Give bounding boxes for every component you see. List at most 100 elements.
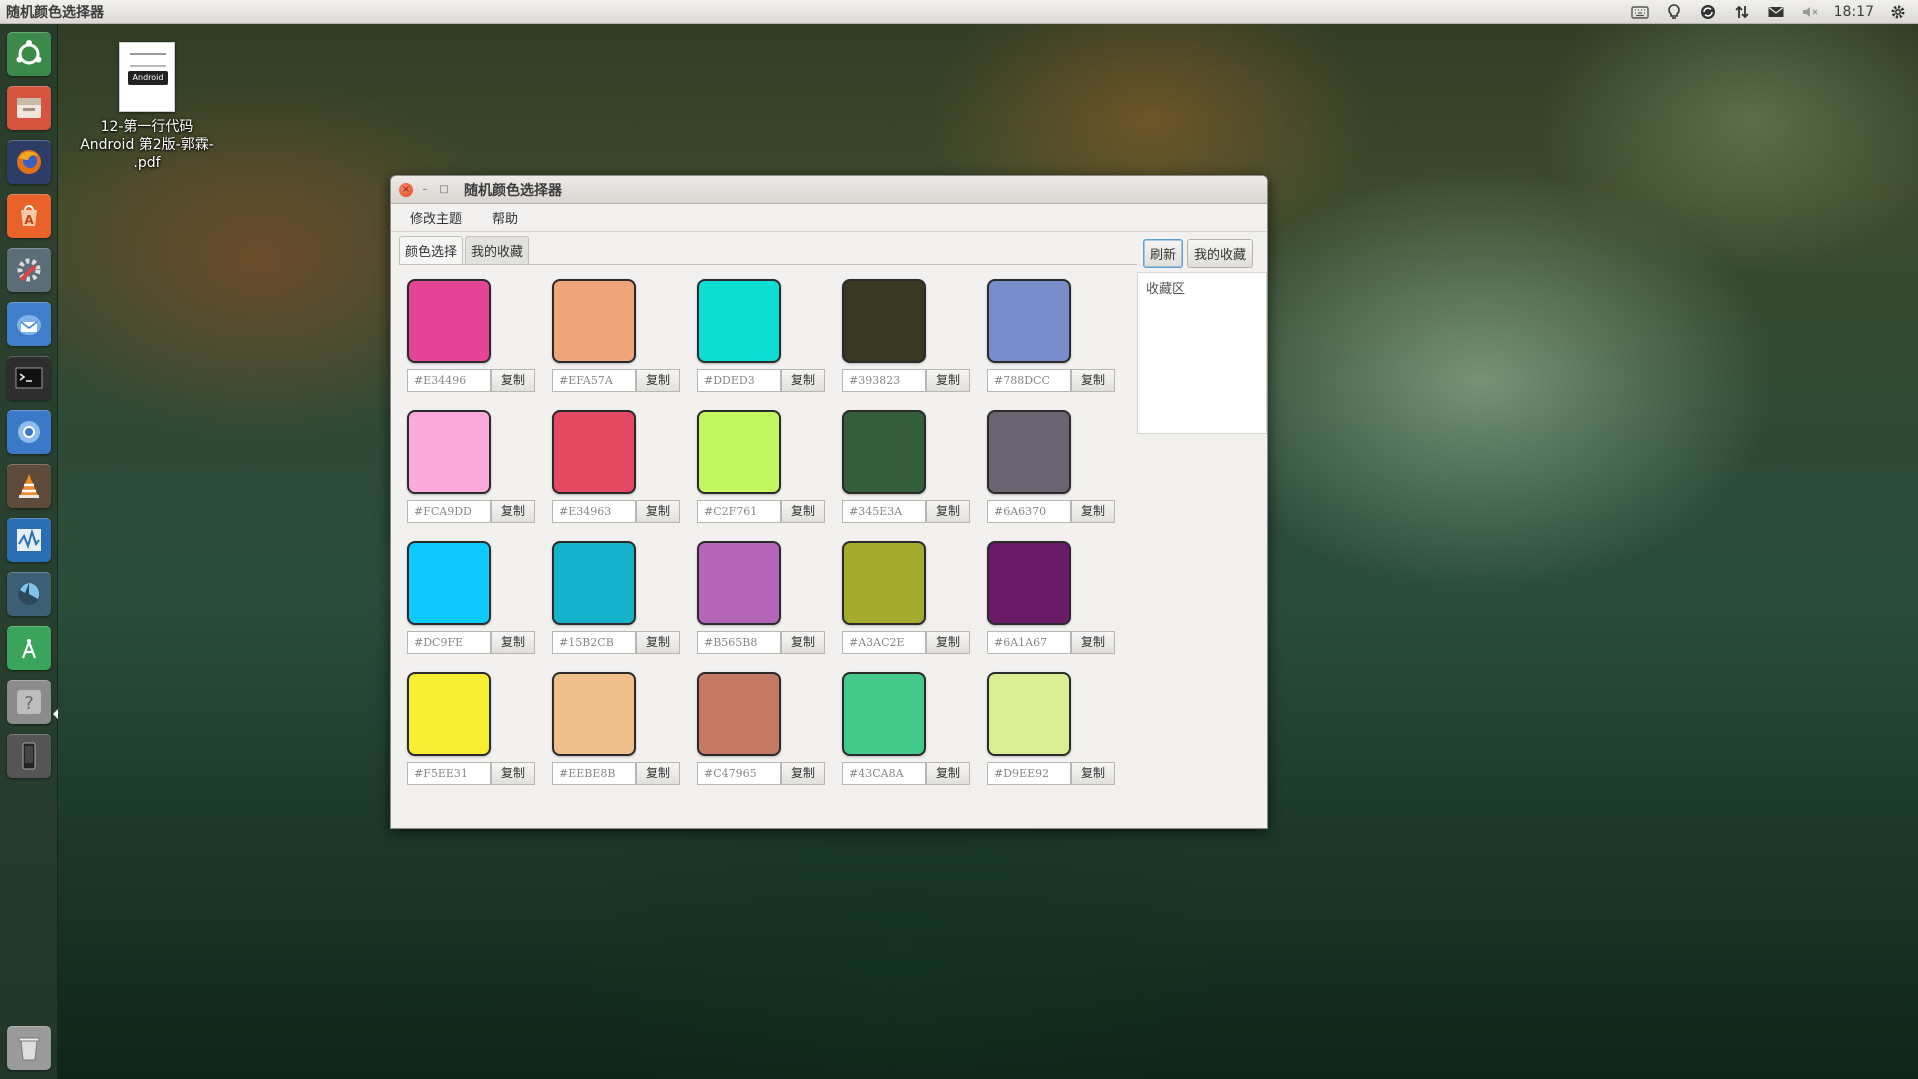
hex-code-field[interactable]: #393823 [842, 369, 926, 392]
maximize-icon[interactable]: □ [437, 183, 451, 197]
color-swatch[interactable] [987, 672, 1071, 756]
pdf-file-icon[interactable]: Android [119, 42, 175, 112]
tab-my-favorites[interactable]: 我的收藏 [465, 236, 530, 264]
color-swatch[interactable] [987, 279, 1071, 363]
desktop-file-label[interactable]: 12-第一行代码 Android 第2版-郭霖- .pdf [72, 118, 222, 172]
color-swatch[interactable] [407, 541, 491, 625]
window-titlebar[interactable]: × – □ 随机颜色选择器 [391, 176, 1267, 204]
hex-code-field[interactable]: #FCA9DD [407, 500, 491, 523]
hex-code-field[interactable]: #EEBE8B [552, 762, 636, 785]
copy-button[interactable]: 复制 [636, 762, 680, 785]
volume-muted-icon[interactable] [1800, 3, 1820, 21]
desktop-file-label-line: 12-第一行代码 [100, 119, 194, 135]
hex-code-field[interactable]: #EFA57A [552, 369, 636, 392]
settings-gear-icon[interactable] [1888, 3, 1908, 21]
my-favorites-button[interactable]: 我的收藏 [1187, 238, 1254, 268]
network-icon[interactable] [1732, 3, 1752, 21]
color-swatch[interactable] [552, 672, 636, 756]
hex-code-field[interactable]: #DDED3 [697, 369, 781, 392]
color-swatch[interactable] [697, 672, 781, 756]
system-monitor-icon[interactable] [7, 518, 51, 562]
hex-code-field[interactable]: #A3AC2E [842, 631, 926, 654]
android-studio-icon[interactable] [7, 626, 51, 670]
copy-button[interactable]: 复制 [1071, 631, 1115, 654]
copy-button[interactable]: 复制 [491, 762, 535, 785]
sync-icon[interactable] [1698, 3, 1718, 21]
vlc-icon[interactable] [7, 464, 51, 508]
hex-code-field[interactable]: #E34963 [552, 500, 636, 523]
color-swatch[interactable] [697, 279, 781, 363]
menu-help[interactable]: 帮助 [483, 204, 527, 231]
copy-button[interactable]: 复制 [926, 631, 970, 654]
copy-button[interactable]: 复制 [781, 500, 825, 523]
copy-button[interactable]: 复制 [491, 631, 535, 654]
copy-button[interactable]: 复制 [926, 762, 970, 785]
files-icon[interactable] [7, 86, 51, 130]
hex-code-field[interactable]: #DC9FE [407, 631, 491, 654]
tab-color-select[interactable]: 颜色选择 [399, 236, 464, 264]
favorites-area[interactable]: 收藏区 [1137, 272, 1267, 434]
copy-button[interactable]: 复制 [636, 369, 680, 392]
chromium-icon[interactable] [7, 410, 51, 454]
hex-code-field[interactable]: #C2F761 [697, 500, 781, 523]
copy-button[interactable]: 复制 [781, 762, 825, 785]
minimize-icon[interactable]: – [418, 183, 432, 197]
color-cell: #6A6370 复制 [984, 410, 1129, 541]
color-swatch[interactable] [407, 279, 491, 363]
copy-button[interactable]: 复制 [636, 500, 680, 523]
software-center-icon[interactable]: A [7, 194, 51, 238]
color-swatch[interactable] [697, 541, 781, 625]
hex-code-field[interactable]: #F5EE31 [407, 762, 491, 785]
color-swatch[interactable] [552, 541, 636, 625]
color-swatch[interactable] [842, 672, 926, 756]
help-icon[interactable]: ? [7, 680, 51, 724]
copy-button[interactable]: 复制 [636, 631, 680, 654]
color-cell: #D9EE92 复制 [984, 672, 1129, 803]
color-swatch[interactable] [407, 410, 491, 494]
thunderbird-icon[interactable] [7, 302, 51, 346]
copy-button[interactable]: 复制 [1071, 500, 1115, 523]
color-swatch[interactable] [552, 410, 636, 494]
hex-code-field[interactable]: #15B2CB [552, 631, 636, 654]
copy-button[interactable]: 复制 [781, 369, 825, 392]
hex-code-field[interactable]: #E34496 [407, 369, 491, 392]
color-swatch[interactable] [842, 541, 926, 625]
copy-button[interactable]: 复制 [491, 500, 535, 523]
hex-code-field[interactable]: #C47965 [697, 762, 781, 785]
copy-button[interactable]: 复制 [491, 369, 535, 392]
color-swatch[interactable] [842, 279, 926, 363]
shotwell-icon[interactable] [7, 572, 51, 616]
color-swatch[interactable] [987, 541, 1071, 625]
hex-code-field[interactable]: #788DCC [987, 369, 1071, 392]
copy-button[interactable]: 复制 [1071, 369, 1115, 392]
desktop-file-pdf[interactable]: Android 12-第一行代码 Android 第2版-郭霖- .pdf [72, 42, 222, 172]
mail-icon[interactable] [1766, 3, 1786, 21]
refresh-button[interactable]: 刷新 [1143, 238, 1184, 268]
firefox-icon[interactable] [7, 140, 51, 184]
hex-code-field[interactable]: #345E3A [842, 500, 926, 523]
hex-code-field[interactable]: #6A6370 [987, 500, 1071, 523]
color-swatch[interactable] [842, 410, 926, 494]
copy-button[interactable]: 复制 [781, 631, 825, 654]
color-swatch[interactable] [987, 410, 1071, 494]
copy-button[interactable]: 复制 [1071, 762, 1115, 785]
keyboard-icon[interactable] [1630, 3, 1650, 21]
copy-button[interactable]: 复制 [926, 500, 970, 523]
ubuntu-dash-icon[interactable] [7, 32, 51, 76]
terminal-icon[interactable] [7, 356, 51, 400]
trash-icon[interactable] [7, 1026, 51, 1070]
bulb-icon[interactable] [1664, 3, 1684, 21]
hex-code-field[interactable]: #6A1A67 [987, 631, 1071, 654]
hex-code-field[interactable]: #D9EE92 [987, 762, 1071, 785]
clock[interactable]: 18:17 [1834, 4, 1874, 20]
system-settings-icon[interactable] [7, 248, 51, 292]
hex-code-field[interactable]: #B565B8 [697, 631, 781, 654]
copy-button[interactable]: 复制 [926, 369, 970, 392]
color-swatch[interactable] [552, 279, 636, 363]
color-swatch[interactable] [407, 672, 491, 756]
phone-device-icon[interactable] [7, 734, 51, 778]
hex-code-field[interactable]: #43CA8A [842, 762, 926, 785]
menu-change-theme[interactable]: 修改主题 [401, 204, 471, 231]
color-swatch[interactable] [697, 410, 781, 494]
close-icon[interactable]: × [399, 182, 413, 197]
